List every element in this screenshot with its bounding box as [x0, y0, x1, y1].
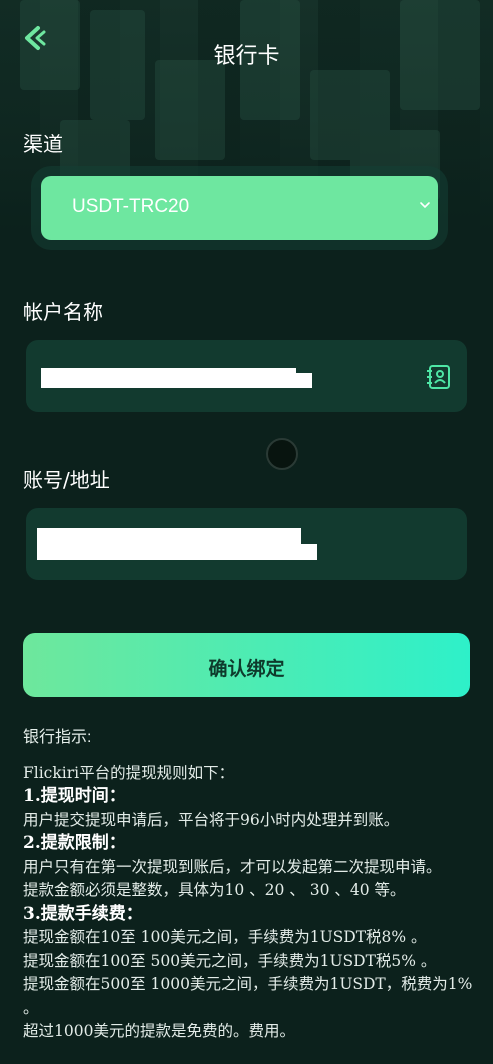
account-name-label: 帐户名称 — [23, 300, 103, 324]
channel-select[interactable]: USDT-TRC20 — [41, 176, 438, 240]
section-3-text-4: 超过1000美元的提款是免费的。费用。 — [23, 1022, 295, 1040]
bank-instructions: 银行指示: Flickiri平台的提现规则如下： 1.提现时间： 用户提交提现申… — [23, 726, 475, 1044]
channel-select-value: USDT-TRC20 — [72, 196, 190, 217]
section-3-text-3: 提现金额在500至 1000美元之间，手续费为1USDT，税费为1% 。 — [23, 975, 473, 1017]
loading-indicator — [266, 438, 298, 470]
section-2-text-2: 提款金额必须是整数，具体为10 、20 、 30 、40 等。 — [23, 881, 406, 899]
redacted-account-name-2 — [41, 373, 312, 388]
page-title: 银行卡 — [213, 44, 280, 69]
chevron-down-icon — [420, 202, 430, 209]
section-3-title: 3.提款手续费： — [23, 903, 143, 924]
section-3-text-1: 提现金额在10至 100美元之间，手续费为1USDT税8% 。 — [23, 928, 427, 946]
section-2-text-1: 用户只有在第一次提现到账后，才可以发起第二次提现申请。 — [23, 857, 442, 876]
channel-label: 渠道 — [23, 132, 63, 156]
confirm-bind-button[interactable]: 确认绑定 — [23, 633, 470, 697]
section-3-text-2: 提现金额在100至 500美元之间，手续费为1USDT税5% 。 — [23, 951, 437, 970]
instructions-intro: Flickiri平台的提现规则如下： — [23, 763, 235, 782]
section-1-title: 1.提现时间： — [23, 786, 126, 806]
confirm-bind-label: 确认绑定 — [208, 658, 285, 680]
instructions-heading: 银行指示: — [23, 729, 92, 746]
section-1-text: 用户提交提现申请后，平台将于96小时内处理并到账。 — [23, 810, 400, 829]
account-address-label: 账号/地址 — [23, 468, 110, 492]
contact-book-icon[interactable] — [425, 363, 453, 391]
redacted-account-address-2 — [37, 544, 317, 560]
section-2-title: 2.提款限制： — [23, 833, 126, 853]
header: 银行卡 — [0, 0, 493, 100]
